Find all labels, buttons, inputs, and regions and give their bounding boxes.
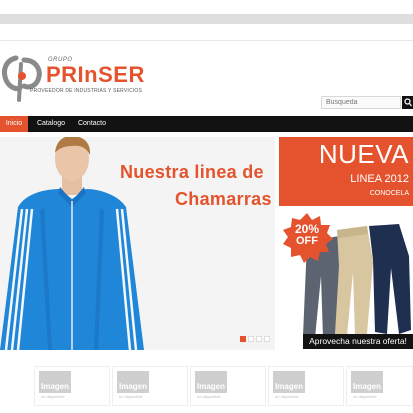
placeholder-label: Imagen bbox=[197, 382, 226, 391]
placeholder-label: Imagen bbox=[119, 382, 148, 391]
product-thumb[interactable]: Imagen no disponible bbox=[190, 366, 266, 406]
product-thumb[interactable]: Imagen no disponible bbox=[112, 366, 188, 406]
product-thumb[interactable]: Imagen no disponible bbox=[346, 366, 413, 406]
promo-linea: LINEA 2012 bbox=[350, 173, 409, 185]
hero-title-line2: Chamarras bbox=[175, 189, 272, 209]
placeholder-label: Imagen bbox=[353, 382, 382, 391]
promo-conocela-link[interactable]: CONOCELA bbox=[370, 190, 409, 197]
promo-nueva: NUEVA bbox=[318, 139, 409, 169]
slider-dot-2[interactable] bbox=[248, 336, 254, 342]
slider-dot-1[interactable] bbox=[240, 336, 246, 342]
brand-logo[interactable]: GRUPO PRInSER PROVEEDOR DE INDUSTRIAS Y … bbox=[2, 54, 145, 104]
product-thumbs: Imagen no disponible Imagen no disponibl… bbox=[0, 366, 413, 413]
discount-off: OFF bbox=[296, 235, 318, 247]
placeholder-sublabel: no disponible bbox=[197, 394, 221, 399]
nav-item-catalogo[interactable]: Catalogo bbox=[31, 116, 71, 132]
placeholder-label: Imagen bbox=[41, 382, 70, 391]
brand-tagline: PROVEEDOR DE INDUSTRIAS Y SERVICIOS bbox=[30, 88, 143, 94]
placeholder-sublabel: no disponible bbox=[275, 394, 299, 399]
hero-title-line1: Nuestra linea de bbox=[120, 162, 264, 182]
offer-banner[interactable]: Aprovecha nuestra oferta! bbox=[303, 334, 413, 349]
search-icon bbox=[404, 98, 412, 107]
placeholder-label: Imagen bbox=[275, 382, 304, 391]
nav-item-inicio[interactable]: Inicio bbox=[0, 116, 28, 132]
search-input[interactable] bbox=[321, 96, 401, 109]
nav-item-contacto[interactable]: Contacto bbox=[74, 116, 110, 132]
slider-dot-3[interactable] bbox=[256, 336, 262, 342]
placeholder-sublabel: no disponible bbox=[119, 394, 143, 399]
promo-nueva-linea[interactable]: NUEVA LINEA 2012 CONOCELA bbox=[279, 137, 413, 206]
logo-mark-icon bbox=[2, 55, 42, 102]
product-thumb[interactable]: Imagen no disponible bbox=[268, 366, 344, 406]
header-divider bbox=[0, 40, 413, 41]
offer-panel[interactable]: 20% OFF bbox=[279, 206, 413, 350]
main-nav: Inicio Catalogo Contacto bbox=[0, 116, 413, 132]
search-button[interactable] bbox=[402, 96, 413, 109]
brand-name: PRInSER bbox=[46, 62, 145, 87]
placeholder-sublabel: no disponible bbox=[353, 394, 377, 399]
slider-dot-4[interactable] bbox=[264, 336, 270, 342]
placeholder-sublabel: no disponible bbox=[41, 394, 65, 399]
top-bar bbox=[0, 14, 413, 24]
product-thumb[interactable]: Imagen no disponible bbox=[34, 366, 110, 406]
hero-slider[interactable]: Nuestra linea de Chamarras bbox=[0, 137, 275, 350]
discount-percent: 20% bbox=[294, 222, 320, 236]
